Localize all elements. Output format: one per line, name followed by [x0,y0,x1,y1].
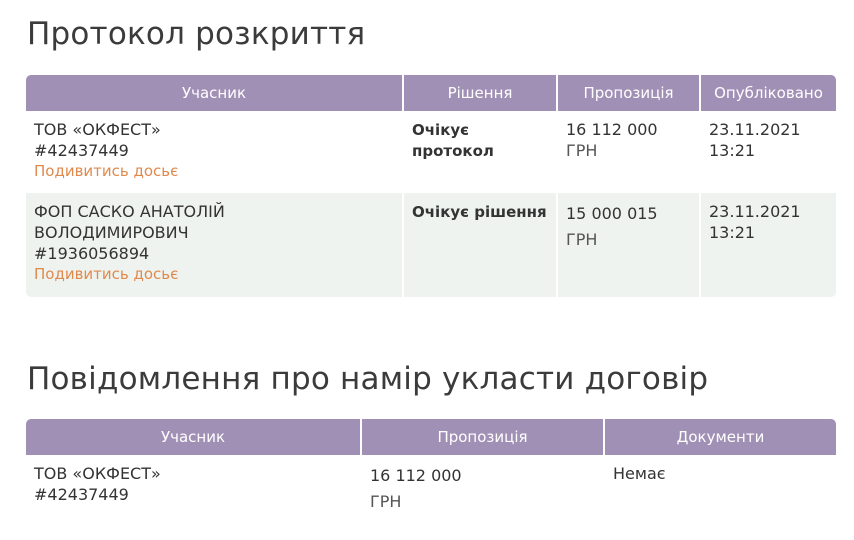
table-header-row: Учасник Пропозиція Документи [26,419,836,455]
column-header-documents: Документи [603,419,836,455]
decision-cell: Очікує рішення [402,193,556,297]
decision-status: Очікує рішення [412,203,547,221]
proposal-amount: 16 112 000 [370,466,462,485]
participant-name-line2: ВОЛОДИМИРОВИЧ [34,223,189,242]
participant-id: #42437449 [34,141,129,160]
proposal-cell: 16 112 000 ГРН [360,455,603,523]
participant-cell: ТОВ «ОКФЕСТ» #42437449 [26,455,360,523]
proposal-amount: 15 000 015 [566,204,658,223]
table-row: ТОВ «ОКФЕСТ» #42437449 16 112 000 ГРН Не… [26,455,836,523]
published-cell: 23.11.2021 13:21 [699,111,836,193]
column-header-proposal: Пропозиція [360,419,603,455]
participant-cell: ФОП САСКО АНАТОЛІЙ ВОЛОДИМИРОВИЧ #193605… [26,193,402,297]
proposal-amount: 16 112 000 [566,120,658,139]
documents-cell: Немає [603,455,836,523]
decision-status: Очікує протокол [412,121,494,160]
column-header-proposal: Пропозиція [556,75,699,111]
column-header-participant: Учасник [26,419,360,455]
proposal-currency: ГРН [566,230,598,249]
published-time: 13:21 [709,141,756,160]
proposal-currency: ГРН [566,141,598,160]
table-row: ФОП САСКО АНАТОЛІЙ ВОЛОДИМИРОВИЧ #193605… [26,193,836,297]
opening-protocol-table: Учасник Рішення Пропозиція Опубліковано … [26,75,836,297]
column-header-participant: Учасник [26,75,402,111]
column-header-decision: Рішення [402,75,556,111]
participant-name-line1: ФОП САСКО АНАТОЛІЙ [34,202,225,221]
published-cell: 23.11.2021 13:21 [699,193,836,297]
table-header-row: Учасник Рішення Пропозиція Опубліковано [26,75,836,111]
documents-value: Немає [613,464,666,483]
published-time: 13:21 [709,223,756,242]
participant-id: #42437449 [34,485,129,504]
decision-cell: Очікує протокол [402,111,556,193]
published-date: 23.11.2021 [709,120,801,139]
participant-cell: ТОВ «ОКФЕСТ» #42437449 Подивитись досьє [26,111,402,193]
contract-intent-title: Повідомлення про намір укласти договір [27,361,709,397]
proposal-cell: 15 000 015 ГРН [556,193,699,297]
participant-name: ТОВ «ОКФЕСТ» [34,464,161,483]
table-row: ТОВ «ОКФЕСТ» #42437449 Подивитись досьє … [26,111,836,193]
proposal-cell: 16 112 000 ГРН [556,111,699,193]
published-date: 23.11.2021 [709,202,801,221]
column-header-published: Опубліковано [699,75,836,111]
view-dossier-link[interactable]: Подивитись досьє [34,161,394,182]
contract-intent-table: Учасник Пропозиція Документи ТОВ «ОКФЕСТ… [26,419,836,523]
proposal-currency: ГРН [370,492,402,511]
participant-name: ТОВ «ОКФЕСТ» [34,120,161,139]
view-dossier-link[interactable]: Подивитись досьє [34,264,394,285]
participant-id: #1936056894 [34,244,150,263]
opening-protocol-title: Протокол розкриття [27,16,366,52]
